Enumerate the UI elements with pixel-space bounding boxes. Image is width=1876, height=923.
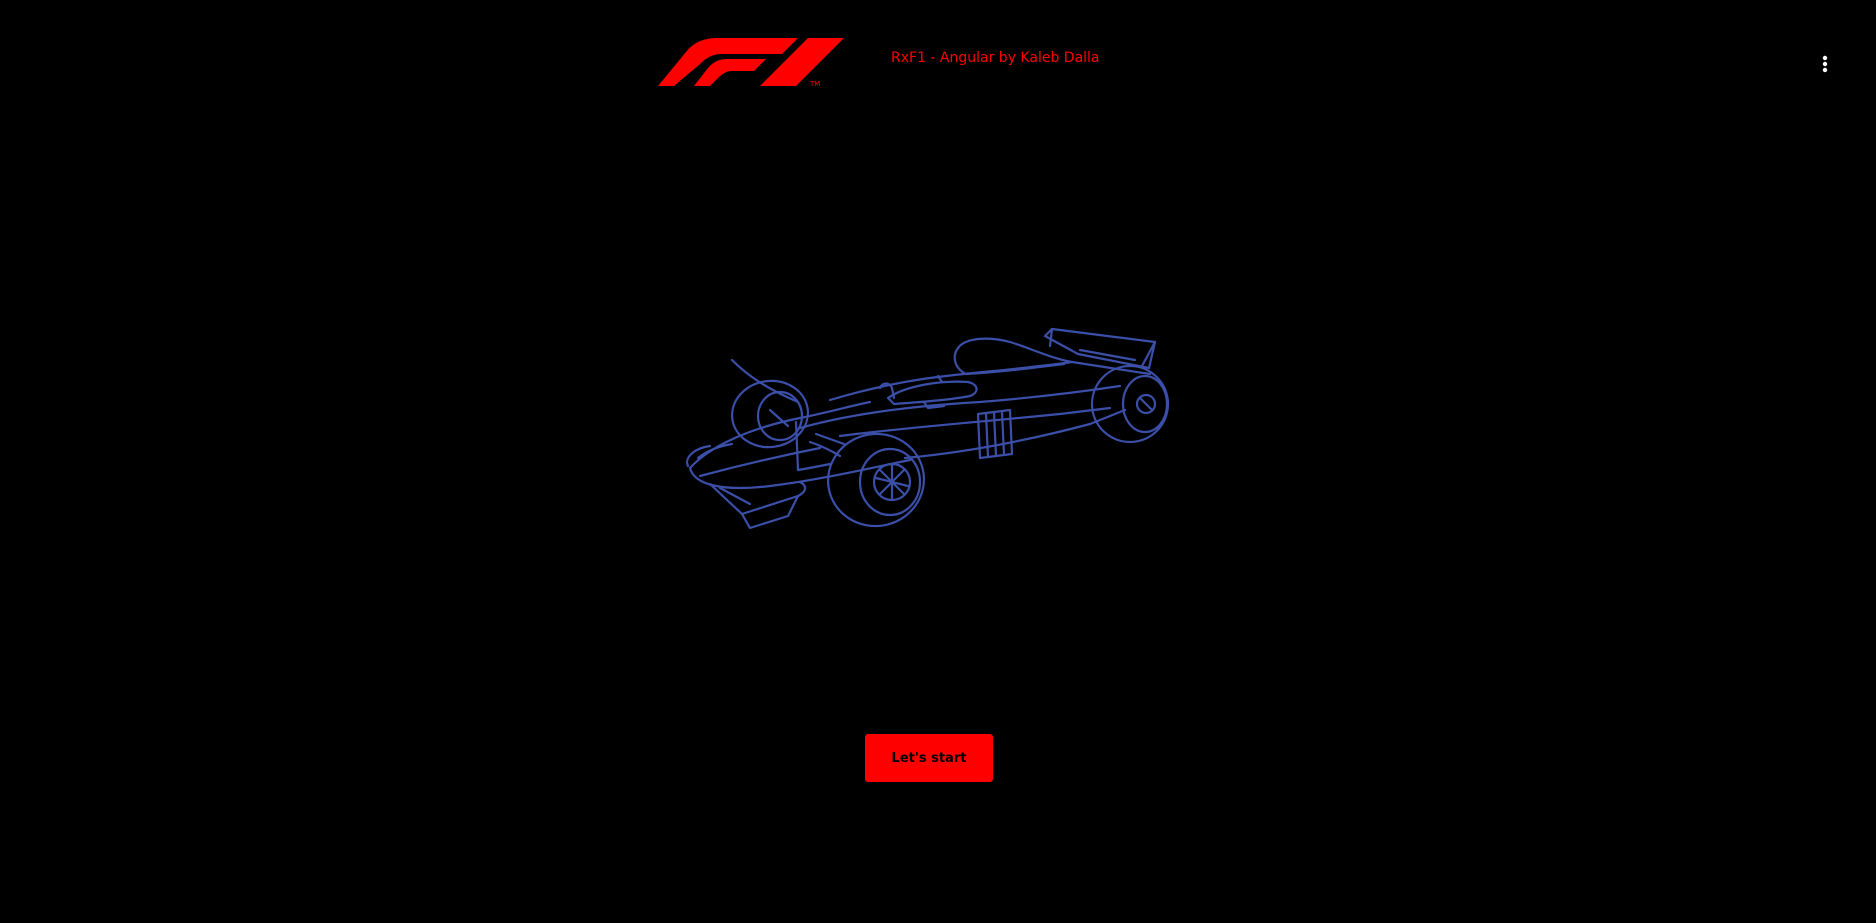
more-options-button[interactable] <box>1810 46 1840 82</box>
svg-text:TM: TM <box>809 80 820 88</box>
app-title: RxF1 - Angular by Kaleb Dalla <box>891 50 1100 66</box>
lets-start-button[interactable]: Let's start <box>865 734 993 782</box>
more-vert-icon <box>1822 55 1828 73</box>
f1-car-outline-icon <box>680 318 1180 538</box>
top-toolbar: TM RxF1 - Angular by Kaleb Dalla <box>0 0 1876 110</box>
f1-logo-icon: TM <box>656 36 846 88</box>
landing-page: TM RxF1 - Angular by Kaleb Dalla Let's s… <box>0 0 1876 923</box>
